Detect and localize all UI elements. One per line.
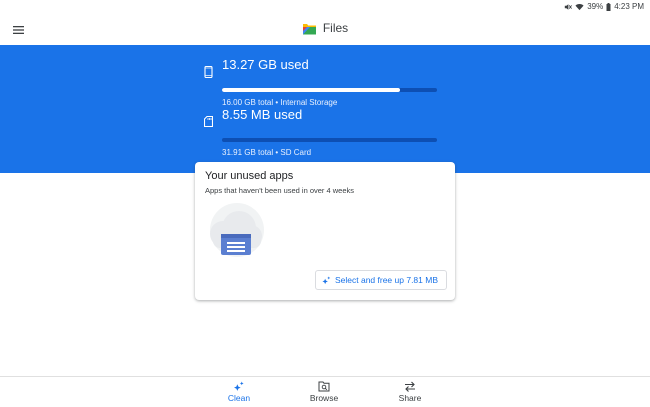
status-indicators: 39% 4:23 PM bbox=[564, 2, 644, 11]
nav-share[interactable]: Share bbox=[380, 381, 440, 403]
nav-clean-label: Clean bbox=[228, 393, 250, 403]
app-title-group: Files bbox=[0, 21, 650, 35]
nav-clean[interactable]: Clean bbox=[209, 381, 269, 403]
select-and-free-up-label: Select and free up 7.81 MB bbox=[335, 275, 438, 285]
storage-progress-track bbox=[222, 138, 437, 142]
phone-icon bbox=[204, 66, 213, 78]
mute-icon bbox=[564, 3, 572, 11]
storage-total-label: 31.91 GB total • SD Card bbox=[222, 148, 311, 157]
files-logo-icon bbox=[302, 22, 317, 35]
battery-icon bbox=[606, 3, 611, 11]
storage-progress-fill bbox=[222, 88, 400, 92]
storage-used-label: 13.27 GB used bbox=[222, 57, 309, 72]
app-title: Files bbox=[323, 21, 348, 35]
nav-browse[interactable]: Browse bbox=[294, 381, 354, 403]
unused-apps-illustration bbox=[203, 202, 265, 260]
share-arrows-icon bbox=[404, 381, 416, 392]
storage-used-label: 8.55 MB used bbox=[222, 107, 302, 122]
nav-share-label: Share bbox=[399, 393, 422, 403]
unused-apps-card[interactable]: Your unused apps Apps that haven't been … bbox=[195, 162, 455, 300]
storage-progress-track bbox=[222, 88, 437, 92]
storage-summary-band: 13.27 GB used 16.00 GB total • Internal … bbox=[0, 45, 650, 173]
sparkle-icon bbox=[233, 381, 245, 392]
clock: 4:23 PM bbox=[614, 2, 644, 11]
app-bar: Files bbox=[0, 14, 650, 45]
wifi-icon bbox=[575, 3, 584, 11]
nav-browse-label: Browse bbox=[310, 393, 338, 403]
storage-total-label: 16.00 GB total • Internal Storage bbox=[222, 98, 337, 107]
battery-percent: 39% bbox=[587, 2, 603, 11]
browse-icon bbox=[318, 381, 330, 392]
sd-card-icon bbox=[204, 116, 213, 127]
card-subtitle: Apps that haven't been used in over 4 we… bbox=[205, 186, 354, 195]
status-bar: 39% 4:23 PM bbox=[0, 0, 650, 14]
select-and-free-up-button[interactable]: Select and free up 7.81 MB bbox=[315, 270, 447, 290]
bottom-navigation: Clean Browse Share bbox=[0, 376, 650, 407]
sparkle-icon bbox=[322, 276, 331, 285]
card-title: Your unused apps bbox=[205, 170, 293, 182]
